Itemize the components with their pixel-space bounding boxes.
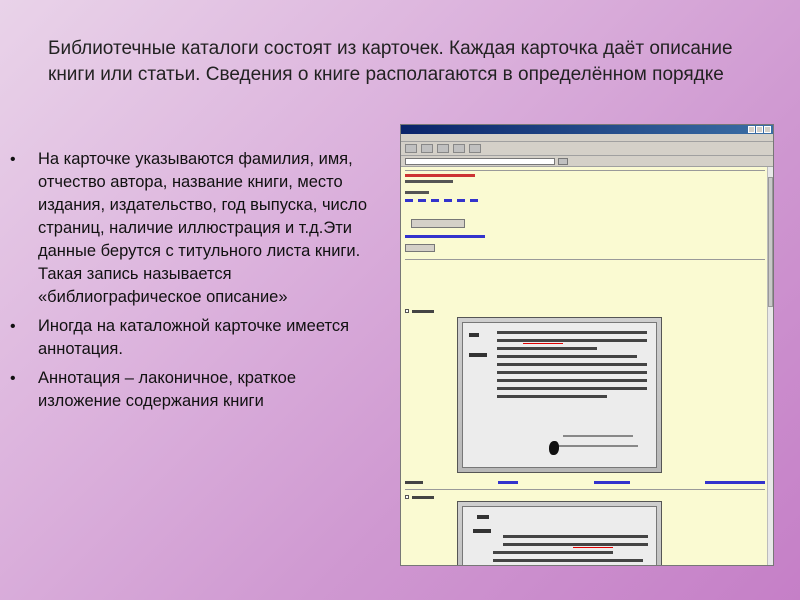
bullet-text: Иногда на каталожной карточке имеется ан…: [38, 317, 350, 358]
go-icon: [558, 157, 568, 165]
stop-icon: [437, 144, 449, 153]
catalog-card-image: [457, 317, 662, 473]
bullet-text: Аннотация – лаконичное, краткое изложени…: [38, 369, 297, 410]
bullet-dot-icon: •: [10, 370, 16, 387]
scrollbar: [767, 167, 773, 565]
catalog-browser-screenshot: [400, 124, 774, 566]
mark-button: [405, 244, 435, 252]
bullet-text: На карточке указываются фамилия, имя, от…: [38, 150, 368, 306]
link: [405, 235, 485, 238]
record-links: [405, 481, 765, 484]
bullet-dot-icon: •: [10, 318, 16, 335]
bullet-dot-icon: •: [10, 151, 16, 168]
bullet-item: • Иногда на каталожной карточке имеется …: [8, 315, 378, 361]
record-label: [405, 495, 434, 501]
bullet-list: • На карточке указываются фамилия, имя, …: [8, 148, 378, 419]
request-line: [405, 173, 475, 183]
divider: [405, 259, 765, 260]
page-links: [405, 199, 478, 202]
record-label: [405, 309, 434, 315]
ink-blot: [549, 441, 559, 455]
maximize-icon: [756, 126, 763, 133]
menu-bar: [401, 134, 773, 142]
new-search-button: [411, 219, 465, 228]
page-content: [401, 167, 773, 565]
toolbar: [401, 142, 773, 156]
slide-title: Библиотечные каталоги состоят из карточе…: [48, 38, 733, 85]
divider: [405, 489, 765, 490]
window-titlebar: [401, 125, 773, 134]
close-icon: [764, 126, 771, 133]
refresh-icon: [453, 144, 465, 153]
address-bar: [401, 156, 773, 167]
home-icon: [469, 144, 481, 153]
address-input: [405, 157, 555, 165]
bullet-item: • На карточке указываются фамилия, имя, …: [8, 148, 378, 309]
minimize-icon: [748, 126, 755, 133]
forward-icon: [421, 144, 433, 153]
divider: [405, 170, 765, 171]
catalog-card-image: [457, 501, 662, 565]
bullet-item: • Аннотация – лаконичное, краткое изложе…: [8, 367, 378, 413]
window-controls: [748, 126, 771, 133]
documents-label: [405, 191, 429, 194]
back-icon: [405, 144, 417, 153]
